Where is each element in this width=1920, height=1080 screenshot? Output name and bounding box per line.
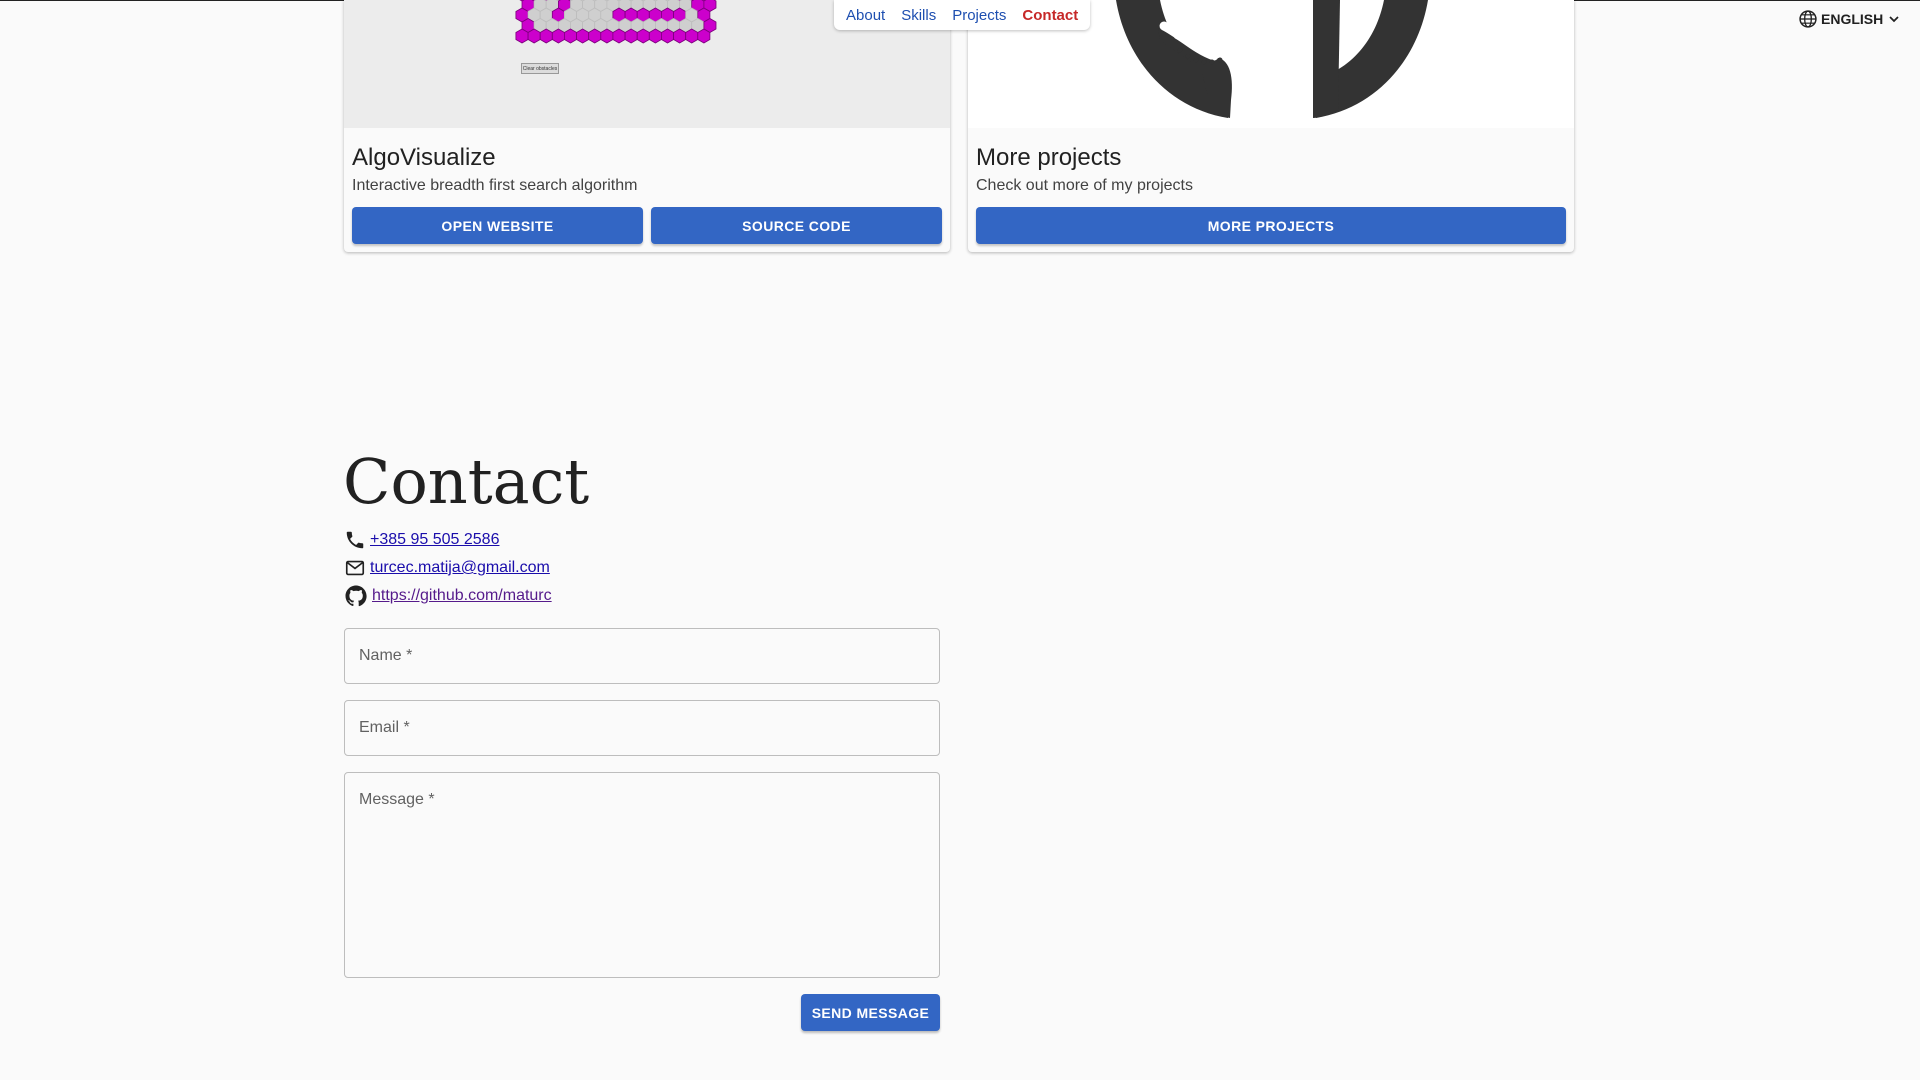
email-link[interactable]: turcec.matija@gmail.com <box>370 559 550 577</box>
project-card-more-projects: More projects Check out more of my proje… <box>968 0 1574 252</box>
phone-icon <box>346 531 364 549</box>
globe-icon <box>1799 10 1817 28</box>
name-input[interactable] <box>345 629 943 685</box>
project-title: More projects <box>976 144 1122 171</box>
github-icon <box>345 585 367 607</box>
hex-cell-obstacle <box>673 28 687 44</box>
hex-cell-obstacle <box>600 28 614 44</box>
nav-link-about[interactable]: About <box>846 7 885 24</box>
hex-cell-obstacle <box>660 28 675 44</box>
project-card-algovisualize: Clear obstacles AlgoVisualize Interactiv… <box>344 0 950 252</box>
hex-cell-obstacle <box>636 28 650 44</box>
hex-cell-obstacle <box>588 28 602 44</box>
hex-cell-obstacle <box>515 28 529 44</box>
send-message-button[interactable]: SEND MESSAGE <box>801 994 940 1031</box>
hex-cell-obstacle <box>576 28 590 44</box>
hex-cell-obstacle <box>563 28 578 44</box>
hex-cell-obstacle <box>624 28 638 44</box>
hex-cell-obstacle <box>527 28 541 44</box>
nav-link-contact[interactable]: Contact <box>1022 7 1078 24</box>
message-field[interactable]: Message * <box>344 772 943 981</box>
email-input[interactable] <box>345 701 943 757</box>
language-selector[interactable]: ENGLISH <box>1798 8 1902 30</box>
nav-link-projects[interactable]: Projects <box>952 7 1006 24</box>
hex-cell-obstacle <box>551 28 565 44</box>
mail-icon <box>345 560 365 576</box>
hex-cell-obstacle <box>612 28 626 44</box>
clear-obstacles-button: Clear obstacles <box>521 63 559 74</box>
more-projects-button[interactable]: MORE PROJECTS <box>976 207 1566 244</box>
nav-link-skills[interactable]: Skills <box>901 7 936 24</box>
project-description: Interactive breadth first search algorit… <box>352 177 638 194</box>
contact-email-row: turcec.matija@gmail.com <box>344 556 550 580</box>
contact-phone-row: +385 95 505 2586 <box>344 528 499 552</box>
hex-cell-obstacle <box>539 28 553 44</box>
project-title: AlgoVisualize <box>352 144 496 171</box>
top-navigation: About Skills Projects Contact <box>834 0 1091 30</box>
hex-cell-obstacle <box>697 28 711 44</box>
contact-heading: Contact <box>343 445 590 518</box>
message-input[interactable] <box>345 773 943 981</box>
hex-cell-obstacle <box>648 28 662 44</box>
hex-cell-obstacle <box>685 28 699 44</box>
open-website-button[interactable]: OPEN WEBSITE <box>352 207 643 244</box>
email-field[interactable]: Email * <box>344 700 943 757</box>
contact-github-row: https://github.com/maturc <box>344 584 552 608</box>
language-label: ENGLISH <box>1821 11 1884 27</box>
source-code-button[interactable]: SOURCE CODE <box>651 207 942 244</box>
project-description: Check out more of my projects <box>976 177 1193 194</box>
chevron-down-icon <box>1889 16 1899 23</box>
github-link[interactable]: https://github.com/maturc <box>372 587 552 605</box>
name-field[interactable]: Name * <box>344 628 943 685</box>
phone-link[interactable]: +385 95 505 2586 <box>370 531 499 549</box>
